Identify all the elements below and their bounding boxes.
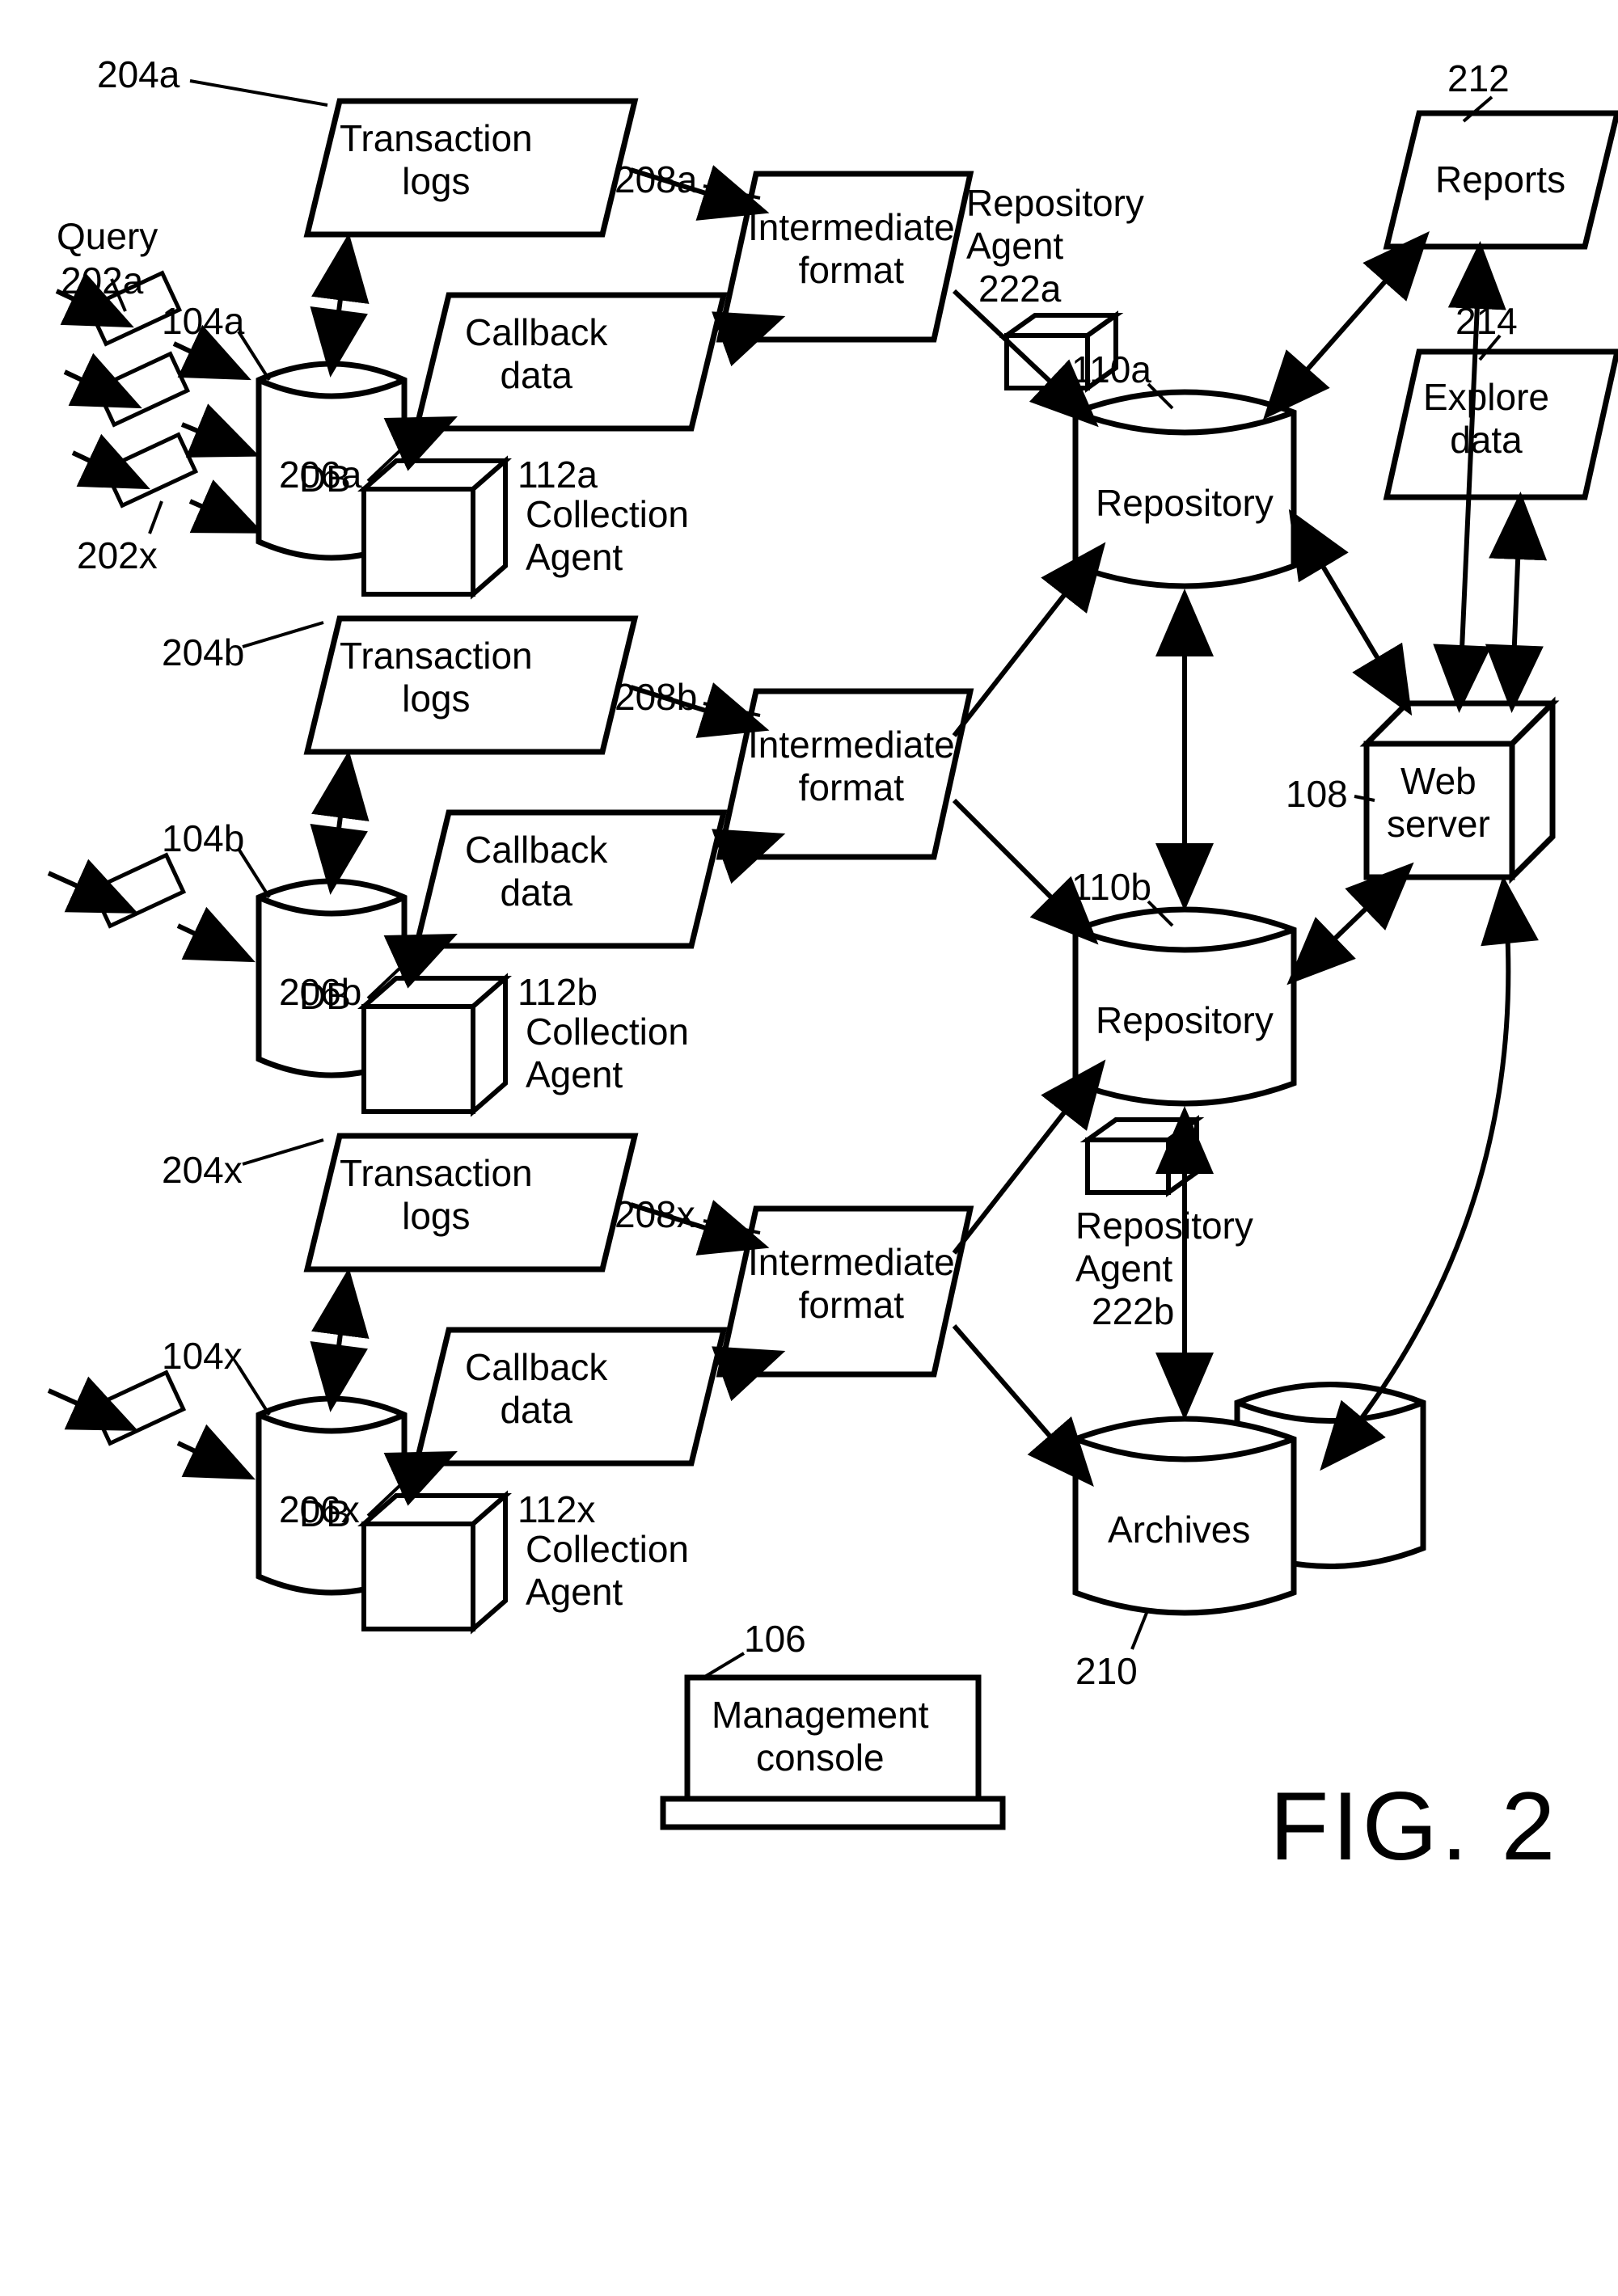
ref-208x: 208x xyxy=(615,1192,695,1236)
ref-206x: 206x xyxy=(279,1488,360,1531)
ref-104a: 104a xyxy=(162,299,244,343)
ragent-a-label: RepositoryAgent xyxy=(966,182,1144,268)
ca-x-label: CollectionAgent xyxy=(526,1528,689,1614)
ref-206b: 206b xyxy=(279,970,361,1014)
collection-agent-a xyxy=(364,461,505,594)
archives xyxy=(1075,1385,1423,1614)
ref-214: 214 xyxy=(1455,299,1518,343)
console-label: Managementconsole xyxy=(712,1694,929,1779)
archives-label: Archives xyxy=(1108,1508,1250,1551)
ref-112b: 112b xyxy=(518,970,598,1014)
ref-204b: 204b xyxy=(162,631,244,674)
if-x-label: Intermediateformat xyxy=(748,1241,955,1327)
query-label: Query xyxy=(57,214,158,258)
ref-206a: 206a xyxy=(279,453,361,496)
reports-label: Reports xyxy=(1435,158,1565,201)
ca-a-label: CollectionAgent xyxy=(526,493,689,579)
ca-b-label: CollectionAgent xyxy=(526,1011,689,1096)
if-b-label: Intermediateformat xyxy=(748,724,955,809)
ref-108: 108 xyxy=(1286,772,1348,816)
collection-agent-b xyxy=(364,978,505,1112)
ref-222b: 222b xyxy=(1092,1289,1174,1333)
ref-208b: 208b xyxy=(615,675,697,719)
ref-104b: 104b xyxy=(162,817,244,860)
tlog-a-label: Transactionlogs xyxy=(340,117,533,203)
repo-b-label: Repository xyxy=(1096,998,1274,1042)
collection-agent-x xyxy=(364,1496,505,1629)
tlog-b-label: Transactionlogs xyxy=(340,635,533,720)
ref-222a: 222a xyxy=(978,267,1061,310)
diagram-canvas xyxy=(0,0,1618,2296)
ref-208a: 208a xyxy=(615,158,697,201)
ref-110a: 110a xyxy=(1071,348,1151,391)
cb-b-label: Callbackdata xyxy=(465,829,607,914)
ref-202x: 202x xyxy=(77,534,158,577)
ref-106: 106 xyxy=(744,1617,806,1661)
cb-x-label: Callbackdata xyxy=(465,1346,607,1432)
ref-212: 212 xyxy=(1447,57,1510,100)
ref-204a: 204a xyxy=(97,53,180,96)
cb-a-label: Callbackdata xyxy=(465,311,607,397)
repo-agent-b xyxy=(1088,1120,1197,1192)
ref-112a: 112a xyxy=(518,453,598,496)
figure-label: FIG. 2 xyxy=(1269,1771,1558,1882)
ref-204x: 204x xyxy=(162,1148,243,1192)
query-boxes-x xyxy=(93,1373,184,1444)
webserver-label: Webserver xyxy=(1387,760,1490,846)
ref-210: 210 xyxy=(1075,1649,1138,1693)
ref-110b: 110b xyxy=(1071,865,1151,909)
query-boxes-b xyxy=(93,855,184,926)
explore-label: Exploredata xyxy=(1423,376,1549,462)
repo-a-label: Repository xyxy=(1096,481,1274,525)
ref-104x: 104x xyxy=(162,1334,243,1378)
if-a-label: Intermediateformat xyxy=(748,206,955,292)
ref-112x: 112x xyxy=(518,1488,595,1531)
ragent-b-label: RepositoryAgent xyxy=(1075,1205,1253,1290)
tlog-x-label: Transactionlogs xyxy=(340,1152,533,1238)
ref-202a: 202a xyxy=(61,259,143,302)
